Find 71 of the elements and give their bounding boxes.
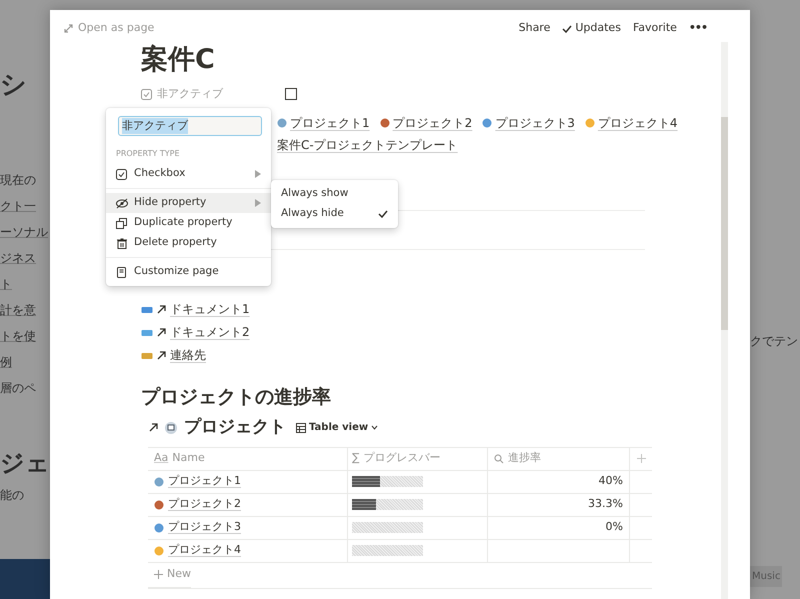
background-text: 現在の <box>0 172 37 190</box>
project-icon <box>277 118 287 128</box>
menu-item[interactable]: Duplicate property <box>106 213 271 233</box>
background-heading: ジェ <box>0 449 50 478</box>
resource-link[interactable]: ドキュメント2 <box>170 323 250 342</box>
relation-link[interactable]: プロジェクト2 <box>392 114 472 132</box>
relation-link[interactable]: プロジェクト1 <box>290 114 370 132</box>
page-title: 案件C <box>141 44 216 76</box>
background-banner <box>0 559 50 599</box>
header-action[interactable]: Favorite <box>632 20 677 37</box>
scrollbar-track[interactable] <box>721 42 728 599</box>
scrollbar-thumb[interactable] <box>721 117 728 330</box>
checkbox-property-icon <box>141 88 152 100</box>
menu-item[interactable]: Checkbox <box>106 164 271 184</box>
project-icon <box>584 118 595 128</box>
submenu-item[interactable]: Always show <box>271 184 398 204</box>
property-name-field[interactable]: 非アクティブ <box>118 116 262 136</box>
eye-slash-icon <box>116 198 128 208</box>
percent-cell-text: 40% <box>598 473 623 490</box>
link-arrow-icon <box>157 350 166 360</box>
project-icon <box>154 546 164 556</box>
menu-item[interactable]: Customize page <box>106 262 271 282</box>
resource-link[interactable]: ドキュメント1 <box>170 300 250 318</box>
updates-button[interactable]: Updates <box>562 20 621 37</box>
project-icon <box>154 476 164 487</box>
submenu-item[interactable]: Always hide <box>271 204 398 224</box>
search-icon <box>494 454 504 464</box>
property-name: 非アクティブ <box>157 86 223 102</box>
column-type-mark: ∑ <box>352 450 360 466</box>
relation-link[interactable]: プロジェクト3 <box>495 114 575 132</box>
link-arrow-icon <box>149 423 158 432</box>
menu-item[interactable]: Hide property <box>106 193 271 213</box>
link-arrow-icon <box>157 328 166 337</box>
percent-cell-text: 33.3% <box>588 496 623 512</box>
template-link[interactable]: 案件C-プロジェクトテンプレート <box>277 136 458 154</box>
percent-cell-text: 0% <box>606 519 623 536</box>
database-title[interactable]: プロジェクト <box>184 415 286 441</box>
plus-icon <box>636 454 646 464</box>
project-icon <box>380 118 390 128</box>
column-type-mark: Aa <box>154 450 168 466</box>
relation-link[interactable]: プロジェクト4 <box>598 114 678 132</box>
link-arrow-icon <box>157 304 166 314</box>
caret-icon <box>371 425 378 430</box>
music-badge: Music <box>750 566 782 587</box>
project-icon <box>154 522 164 533</box>
view-selector[interactable]: Table view <box>296 420 378 436</box>
table-icon <box>296 422 306 433</box>
background-heading: シ <box>0 70 28 102</box>
background-text: 能の <box>0 486 25 504</box>
property-checkbox[interactable] <box>285 88 297 100</box>
check-icon <box>562 24 572 32</box>
row-name[interactable]: プロジェクト3 <box>168 519 241 536</box>
more-button[interactable]: ••• <box>688 20 707 37</box>
checkbox-icon <box>116 168 128 180</box>
project-icon <box>154 500 164 510</box>
background-text: クでテン <box>750 333 799 350</box>
resource-link[interactable]: 連絡先 <box>170 346 206 364</box>
project-icon <box>482 118 492 128</box>
plus-icon <box>154 570 163 580</box>
page-icon <box>116 266 128 278</box>
section-heading: プロジェクトの進捗率 <box>141 386 332 410</box>
expand-icon <box>64 24 73 33</box>
menu-item[interactable]: Delete property <box>106 233 271 253</box>
section-label: PROPERTY TYPE <box>116 148 181 160</box>
background-text: 層のペ <box>0 380 37 398</box>
duplicate-icon <box>116 218 128 228</box>
row-name[interactable]: プロジェクト2 <box>168 496 241 513</box>
trash-icon <box>116 238 128 248</box>
header-action[interactable]: Share <box>518 20 550 37</box>
row-name[interactable]: プロジェクト1 <box>168 473 241 490</box>
row-name[interactable]: プロジェクト4 <box>168 542 241 559</box>
